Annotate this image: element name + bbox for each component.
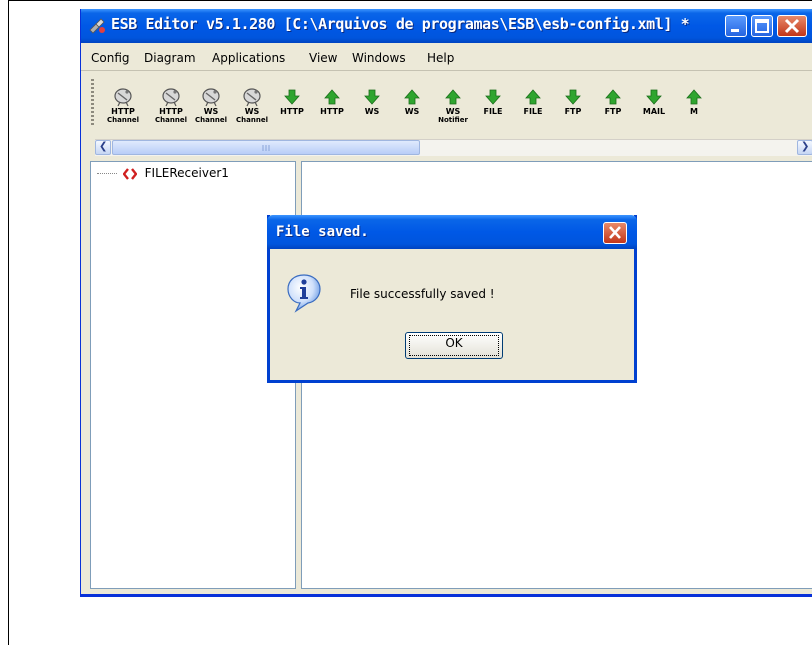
information-icon — [287, 274, 321, 313]
maximize-icon — [755, 19, 769, 33]
satellite-dish-icon — [202, 88, 220, 107]
tool-label: WS — [203, 107, 219, 116]
app-icon — [89, 18, 105, 34]
arrow-up-icon — [404, 89, 420, 105]
focus-rectangle — [409, 335, 499, 356]
tool-label: M — [690, 107, 698, 116]
tool-sublabel: Channel — [195, 116, 227, 124]
arrow-up-icon — [686, 89, 702, 105]
satellite-dish-icon — [243, 88, 261, 107]
dialog-close-button[interactable] — [603, 222, 627, 244]
grip-lines-icon — [262, 145, 270, 151]
toolbar-tool-ftp[interactable]: FTP — [593, 87, 633, 135]
tool-label: FILE — [523, 107, 543, 116]
file-saved-dialog: File saved. File successfully saved ! OK — [267, 215, 637, 383]
toolbar-tool-http[interactable]: HTTP — [272, 87, 312, 135]
scroll-right-button[interactable]: ❯ — [797, 140, 812, 155]
menu-applications[interactable]: Applications — [212, 51, 285, 65]
toolbar-scrollbar[interactable]: ❮ ❯ — [95, 139, 812, 156]
tool-label: HTTP — [280, 107, 304, 116]
tool-label: MAIL — [642, 107, 666, 116]
tool-label: WS — [404, 107, 420, 116]
chevron-right-icon: ❯ — [801, 141, 810, 152]
arrow-down-icon — [364, 89, 380, 105]
dialog-message: File successfully saved ! — [350, 287, 495, 301]
chevron-left-icon: ❮ — [99, 141, 108, 152]
tree-connector — [97, 173, 117, 174]
arrow-down-icon — [646, 89, 662, 105]
toolbar-tool-ws[interactable]: WS — [352, 87, 392, 135]
ok-button[interactable]: OK — [405, 332, 503, 359]
arrow-down-icon — [485, 89, 501, 105]
tool-label: WS — [244, 107, 260, 116]
menu-bar: Config Diagram Applications View Windows… — [81, 44, 812, 71]
toolbar-tool-http[interactable]: HTTP — [312, 87, 352, 135]
tool-label: WS — [445, 107, 461, 116]
satellite-dish-icon — [162, 88, 180, 107]
component-tree-pane[interactable]: FILEReceiver1 — [90, 161, 296, 589]
tool-label: FTP — [604, 107, 622, 116]
toolbar-tool-ftp[interactable]: FTP — [553, 87, 593, 135]
outer-frame-top — [8, 0, 812, 1]
satellite-dish-icon — [114, 88, 132, 107]
tool-sublabel: Channel — [107, 116, 139, 124]
toolbar-tool-ws[interactable]: WS — [392, 87, 432, 135]
menu-view[interactable]: View — [309, 51, 337, 65]
tool-label: FTP — [564, 107, 582, 116]
tool-sublabel: Channel — [236, 116, 268, 124]
close-icon — [609, 226, 621, 239]
tool-label: HTTP — [320, 107, 344, 116]
toolbar-tool-m[interactable]: M — [674, 87, 714, 135]
window-close-button[interactable] — [777, 15, 807, 37]
toolbar-grip[interactable] — [91, 79, 94, 127]
scroll-left-button[interactable]: ❮ — [95, 140, 111, 155]
tool-label: HTTP — [159, 107, 183, 116]
outer-frame-left — [8, 0, 9, 645]
toolbar-tool-http-channel[interactable]: HTTP Channel — [103, 87, 143, 135]
close-icon — [784, 18, 800, 34]
arrow-up-icon — [324, 89, 340, 105]
toolbar-tool-http-channel[interactable]: HTTP Channel — [151, 87, 191, 135]
menu-help[interactable]: Help — [427, 51, 454, 65]
arrow-down-icon — [284, 89, 300, 105]
tool-label: FILE — [483, 107, 503, 116]
tree-node-label: FILEReceiver1 — [144, 166, 229, 180]
toolbar-tool-ws-channel[interactable]: WS Channel — [191, 87, 231, 135]
component-toolbar: HTTP Channel HTTP Channel WS Channel WS Channel… — [81, 73, 812, 139]
toolbar-tool-file[interactable]: FILE — [513, 87, 553, 135]
arrow-up-icon — [605, 89, 621, 105]
minimize-icon — [731, 29, 739, 32]
tool-label: WS — [364, 107, 380, 116]
menu-config[interactable]: Config — [91, 51, 130, 65]
component-node-icon — [122, 167, 137, 180]
dialog-titlebar[interactable]: File saved. — [267, 215, 637, 249]
tool-sublabel: Notifier — [438, 116, 468, 124]
window-title: ESB Editor v5.1.280 [C:\Arquivos de prog… — [111, 15, 690, 33]
arrow-up-icon — [525, 89, 541, 105]
toolbar-tool-ws-notifier[interactable]: WS Notifier — [433, 87, 473, 135]
toolbar-tool-mail[interactable]: MAIL — [634, 87, 674, 135]
tree-node-file-receiver[interactable]: FILEReceiver1 — [97, 166, 229, 180]
minimize-button[interactable] — [725, 15, 747, 37]
menu-windows[interactable]: Windows — [352, 51, 406, 65]
toolbar-tool-file[interactable]: FILE — [473, 87, 513, 135]
maximize-button[interactable] — [751, 15, 773, 37]
arrow-down-icon — [565, 89, 581, 105]
tool-label: HTTP — [111, 107, 135, 116]
scroll-thumb[interactable] — [112, 140, 420, 155]
menu-diagram[interactable]: Diagram — [144, 51, 196, 65]
tool-sublabel: Channel — [155, 116, 187, 124]
arrow-up-icon — [445, 89, 461, 105]
window-titlebar[interactable]: ESB Editor v5.1.280 [C:\Arquivos de prog… — [81, 9, 812, 43]
toolbar-tool-ws-channel[interactable]: WS Channel — [232, 87, 272, 135]
dialog-title: File saved. — [276, 224, 369, 240]
